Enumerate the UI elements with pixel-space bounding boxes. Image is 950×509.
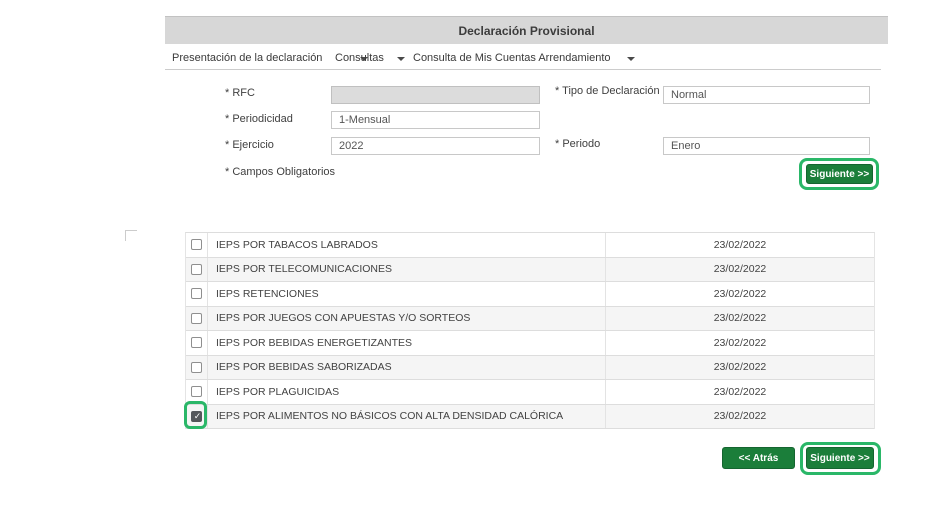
menu-item-label: Consulta de Mis Cuentas Arrendamiento [413,52,611,64]
row-label: IEPS POR TABACOS LABRADOS [208,233,606,257]
table-row: ✓ IEPS POR BEBIDAS SABORIZADAS 23/02/202… [186,355,874,380]
row-date: 23/02/2022 [713,312,767,325]
page-title: Declaración Provisional [458,23,595,38]
row-date: 23/02/2022 [713,385,767,398]
checkbox-cell: ✓ [186,404,208,428]
ejercicio-field[interactable] [331,137,540,155]
row-checkbox[interactable]: ✓ [191,312,202,324]
table-row: ✓ IEPS POR ALIMENTOS NO BÁSICOS CON ALTA… [186,404,874,429]
row-checkbox[interactable]: ✓ [191,263,202,275]
table-row: ✓ IEPS RETENCIONES 23/02/2022 [186,282,874,307]
table-edge-fragment [125,230,137,241]
checkbox-cell: ✓ [186,257,208,281]
table-row: ✓ IEPS POR PLAGUICIDAS 23/02/2022 [186,380,874,405]
checkbox-cell: ✓ [186,380,208,404]
row-date: 23/02/2022 [713,263,767,276]
row-date: 23/02/2022 [713,361,767,374]
footer-siguiente-button[interactable]: Siguiente >> [806,447,874,469]
row-checkbox[interactable]: ✓ [191,288,202,300]
table-row: ✓ IEPS POR TELECOMUNICACIONES 23/02/2022 [186,257,874,282]
row-label: IEPS POR BEBIDAS SABORIZADAS [208,355,606,379]
page: Declaración Provisional Presentación de … [0,0,950,509]
menu-item-label: Presentación de la declaración [172,52,323,64]
periodicidad-field[interactable] [331,111,540,129]
row-checkbox[interactable]: ✓ [191,386,202,398]
checkbox-cell: ✓ [186,355,208,379]
row-date: 23/02/2022 [713,410,767,423]
checkbox-cell: ✓ [186,331,208,355]
row-checkbox-selected[interactable]: ✓ [191,410,202,422]
checkbox-cell: ✓ [186,233,208,257]
row-checkbox[interactable]: ✓ [191,337,202,349]
row-label: IEPS POR PLAGUICIDAS [208,380,606,404]
form-siguiente-button[interactable]: Siguiente >> [806,164,873,184]
row-checkbox[interactable]: ✓ [191,239,202,251]
tipo-declaracion-label: * Tipo de Declaración [555,85,660,97]
menu-divider [165,69,881,70]
row-date: 23/02/2022 [713,336,767,349]
menu-item-label: Consultas [335,52,384,64]
menu-item-consultas[interactable]: Consultas [335,49,405,67]
campos-obligatorios-note: * Campos Obligatorios [225,166,336,178]
table-row: ✓ IEPS POR JUEGOS CON APUESTAS Y/O SORTE… [186,306,874,331]
periodo-label: * Periodo [555,138,601,150]
row-label: IEPS POR JUEGOS CON APUESTAS Y/O SORTEOS [208,306,606,330]
row-label: IEPS POR BEBIDAS ENERGETIZANTES [208,331,606,355]
atras-button[interactable]: << Atrás [722,447,795,469]
row-date: 23/02/2022 [713,287,767,300]
chevron-down-icon [626,57,635,61]
table-row: ✓ IEPS POR TABACOS LABRADOS 23/02/2022 [186,233,874,258]
rfc-field[interactable] [331,86,540,104]
row-date: 23/02/2022 [713,238,767,251]
row-checkbox[interactable]: ✓ [191,361,202,373]
periodicidad-label: * Periodicidad [225,113,293,125]
page-title-bar: Declaración Provisional [165,16,888,44]
row-label: IEPS POR ALIMENTOS NO BÁSICOS CON ALTA D… [208,404,606,428]
ieps-concepts-table: ✓ IEPS POR TABACOS LABRADOS 23/02/2022 ✓… [185,232,875,429]
tipo-declaracion-field[interactable] [663,86,870,104]
chevron-down-icon [396,57,405,61]
checkbox-cell: ✓ [186,306,208,330]
check-icon: ✓ [193,410,202,421]
ejercicio-label: * Ejercicio [225,139,274,151]
menu-item-cuentas-arrendamiento[interactable]: Consulta de Mis Cuentas Arrendamiento [413,49,635,67]
table-row: ✓ IEPS POR BEBIDAS ENERGETIZANTES 23/02/… [186,331,874,356]
periodo-field[interactable] [663,137,870,155]
row-label: IEPS POR TELECOMUNICACIONES [208,257,606,281]
row-label: IEPS RETENCIONES [208,282,606,306]
checkbox-cell: ✓ [186,282,208,306]
rfc-label: * RFC [225,87,255,99]
